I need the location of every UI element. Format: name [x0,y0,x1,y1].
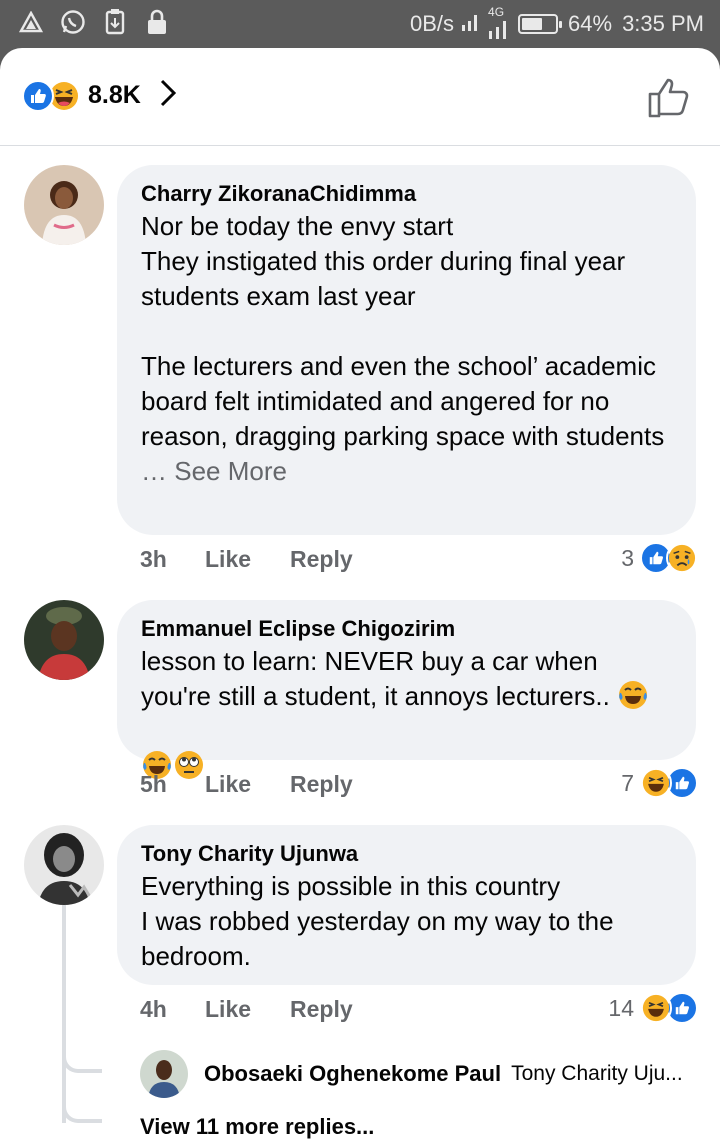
comment-author[interactable]: Tony Charity Ujunwa [141,839,672,869]
clock: 3:35 PM [622,11,704,36]
thread-branch [62,1053,102,1073]
reaction-count: 8.8K [88,81,141,109]
comment-actions: 5h Like Reply [140,771,353,798]
comment-author[interactable]: Charry ZikoranaChidimma [141,179,672,209]
alert-icon [18,8,44,36]
like-button[interactable]: Like [205,996,290,1023]
reply-preview[interactable]: Obosaeki Oghenekome Paul Tony Charity Uj… [140,1050,683,1098]
comment-reactions[interactable]: 7 [621,767,698,799]
chevron-right-icon[interactable] [159,78,177,113]
comment-author[interactable]: Emmanuel Eclipse Chigozirim [141,614,672,644]
reply-button[interactable]: Reply [290,771,353,798]
save-icon [102,8,128,36]
comments-sheet: 8.8K Charry ZikoranaChidimma Nor be toda… [0,48,720,1139]
battery-fill [522,18,543,30]
comment-bubble[interactable]: Emmanuel Eclipse Chigozirim lesson to le… [117,600,696,779]
avatar[interactable] [24,600,104,680]
comment-reactions[interactable]: 14 [608,992,698,1024]
comment-text-wrap: lesson to learn: NEVER buy a car when yo… [141,644,672,784]
like-reaction-icon [22,79,54,112]
avatar[interactable] [24,825,104,905]
reply-snippet: Tony Charity Uju... [511,1062,683,1085]
comment-time: 3h [140,546,167,572]
network-speed: 0B/s [409,11,455,36]
comment-text: lesson to learn: NEVER buy a car when yo… [141,646,610,711]
reactions-header: 8.8K [0,48,720,146]
status-bar: 0B/s 4G 64% 3:35 PM [0,0,720,48]
haha-reaction-icon [640,767,672,799]
reply-author: Obosaeki Oghenekome Paul [204,1061,502,1086]
avatar[interactable] [24,165,104,245]
reply-button[interactable]: Reply [290,996,353,1023]
avatar[interactable] [140,1050,188,1098]
whatsapp-icon [60,8,86,36]
signal-icon [460,11,480,37]
thumbs-up-icon [648,78,689,118]
sad-reaction-icon [666,542,698,574]
reaction-summary[interactable]: 8.8K [22,78,177,113]
battery-icon [518,14,563,34]
comment-text: Nor be today the envy start They instiga… [141,211,665,451]
reply-button[interactable]: Reply [290,546,353,573]
see-more-link[interactable]: … See More [141,454,672,489]
comment-bubble[interactable]: Charry ZikoranaChidimma Nor be today the… [117,165,696,535]
like-post-button[interactable] [646,74,692,120]
network-type: 4G [486,5,512,39]
battery-percent: 64% [568,11,613,36]
thread-branch [62,1103,102,1123]
like-button[interactable]: Like [205,546,290,573]
laughing-crying-emoji [617,679,649,711]
comment-time: 5h [140,771,167,797]
comment-reaction-count: 3 [621,544,634,571]
comment-bubble[interactable]: Tony Charity Ujunwa Everything is possib… [117,825,696,985]
comment-reaction-count: 14 [608,994,634,1021]
thread-line [62,905,66,1123]
view-more-replies-link[interactable]: View 11 more replies... [140,1114,374,1139]
comment-reaction-count: 7 [621,769,634,796]
lock-icon [144,8,170,36]
haha-reaction-icon [640,992,672,1024]
comment-actions: 4h Like Reply [140,996,353,1023]
comment-reactions[interactable]: 3 [621,542,698,574]
network-type-label: 4G [488,5,505,19]
like-button[interactable]: Like [205,771,290,798]
comment-time: 4h [140,996,167,1022]
comment-text: Everything is possible in this country I… [141,871,614,971]
comment-actions: 3h Like Reply [140,546,353,573]
